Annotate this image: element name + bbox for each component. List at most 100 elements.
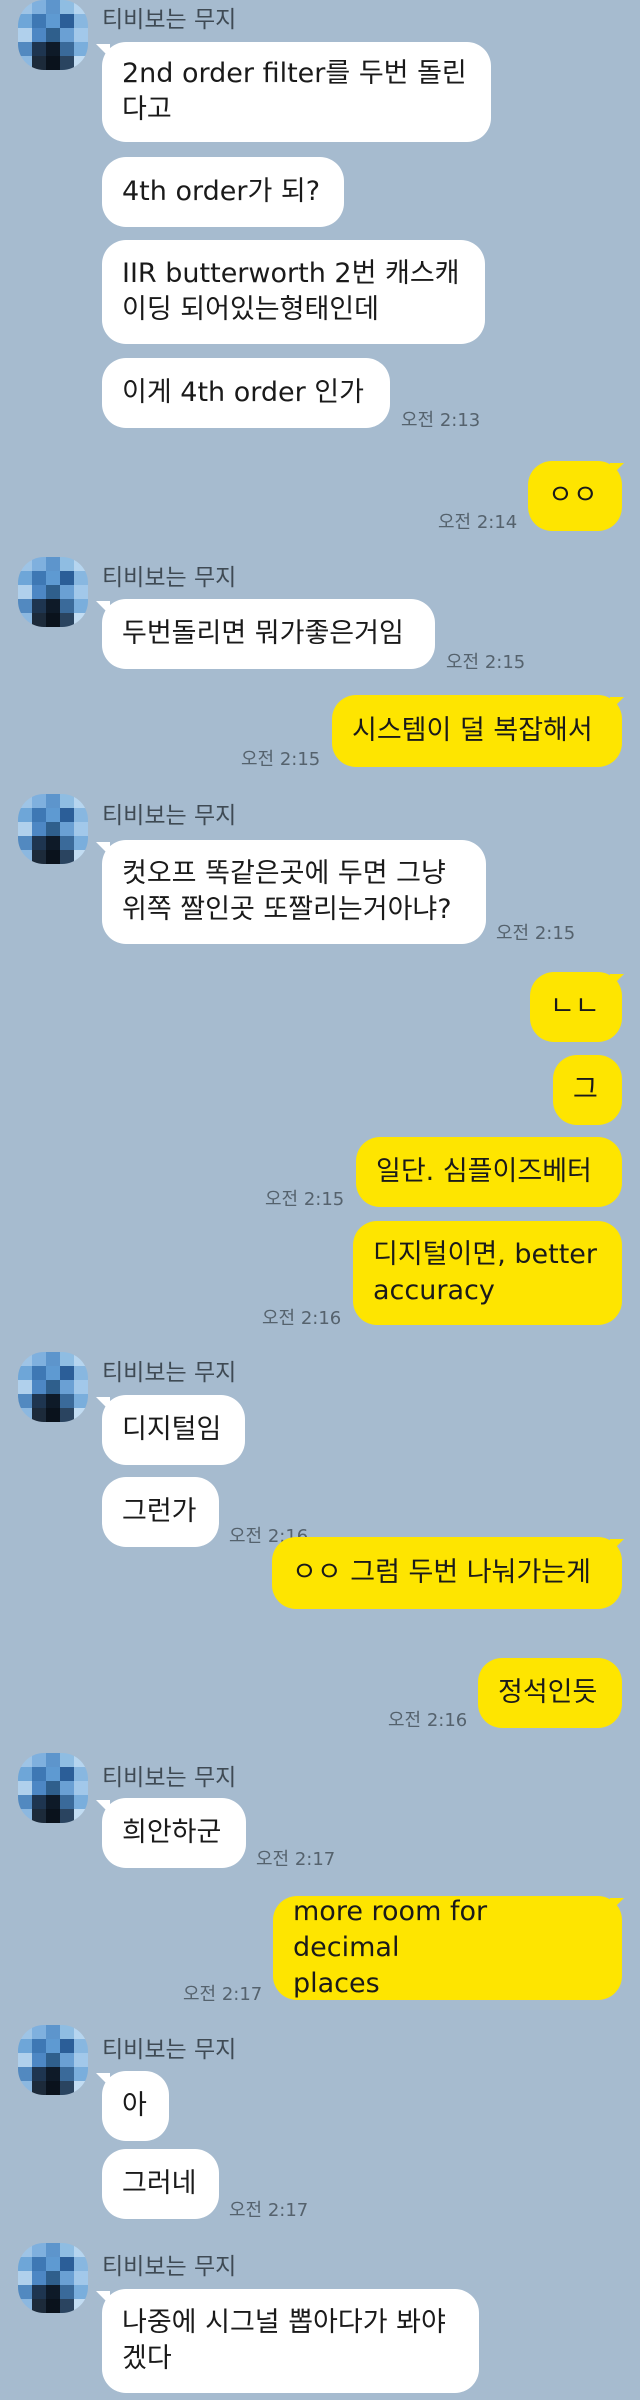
avatar-pixel	[74, 1352, 88, 1366]
avatar-pixel	[32, 808, 46, 822]
message-bubble[interactable]: 그러네	[102, 2149, 219, 2219]
avatar-pixel	[18, 42, 32, 56]
avatar-pixel	[46, 2081, 60, 2095]
avatar-pixel	[18, 1767, 32, 1781]
message-bubble[interactable]: 디지털임	[102, 1395, 245, 1465]
avatar-pixel	[32, 1809, 46, 1823]
timestamp: 오전 2:15	[241, 749, 321, 770]
pixelated-avatar-icon[interactable]	[18, 2025, 88, 2095]
sender-name: 티비보는 무지	[102, 2037, 237, 2063]
message-bubble[interactable]: 두번돌리면 뭐가좋은거임	[102, 599, 435, 669]
avatar-pixel	[18, 2257, 32, 2271]
timestamp: 오전 2:17	[256, 1849, 336, 1870]
avatar-pixel	[18, 0, 32, 14]
message-bubble[interactable]: 정석인듯	[478, 1658, 622, 1728]
avatar-pixel	[74, 2257, 88, 2271]
timestamp: 오전 2:16	[388, 1710, 468, 1731]
message-bubble[interactable]: 이게 4th order 인가	[102, 358, 390, 428]
avatar-pixel	[18, 1753, 32, 1767]
avatar-pixel	[46, 1352, 60, 1366]
avatar-pixel	[18, 2039, 32, 2053]
avatar-pixel	[46, 1753, 60, 1767]
message-bubble[interactable]: 4th order가 되?	[102, 157, 344, 227]
avatar-pixel	[60, 571, 74, 585]
avatar-pixel	[18, 1781, 32, 1795]
avatar-pixel	[74, 585, 88, 599]
pixelated-avatar-icon[interactable]	[18, 2243, 88, 2313]
avatar-pixel	[74, 28, 88, 42]
sender-name: 티비보는 무지	[102, 7, 237, 33]
avatar-pixel	[46, 585, 60, 599]
timestamp: 오전 2:15	[446, 652, 526, 673]
message-bubble[interactable]: ㅇㅇ 그럼 두번 나눠가는게	[272, 1537, 622, 1609]
avatar-pixel	[32, 1795, 46, 1809]
message-bubble[interactable]: 컷오프 똑같은곳에 두면 그냥 위쪽 짤인곳 또짤리는거아냐?	[102, 840, 486, 944]
message-bubble[interactable]: 2nd order filter를 두번 돌린 다고	[102, 42, 491, 142]
avatar-pixel	[60, 14, 74, 28]
avatar-pixel	[32, 56, 46, 70]
avatar-pixel	[32, 1394, 46, 1408]
avatar-pixel	[32, 1767, 46, 1781]
avatar-pixel	[32, 42, 46, 56]
message-bubble[interactable]: ㄴㄴ	[530, 972, 622, 1042]
avatar-pixel	[32, 2285, 46, 2299]
avatar-pixel	[46, 571, 60, 585]
avatar-pixel	[46, 836, 60, 850]
avatar-pixel	[60, 2067, 74, 2081]
avatar-pixel	[18, 557, 32, 571]
pixelated-avatar-icon[interactable]	[18, 794, 88, 864]
avatar-pixel	[18, 571, 32, 585]
pixelated-avatar-icon[interactable]	[18, 557, 88, 627]
message-bubble[interactable]: 나중에 시그널 뽑아다가 봐야 겠다	[102, 2289, 479, 2393]
sender-name: 티비보는 무지	[102, 2254, 237, 2280]
avatar-pixel	[46, 1394, 60, 1408]
pixelated-avatar-icon[interactable]	[18, 1753, 88, 1823]
avatar-pixel	[74, 1394, 88, 1408]
message-bubble[interactable]: 시스템이 덜 복잡해서	[332, 695, 622, 767]
message-bubble[interactable]: 희안하군	[102, 1798, 246, 1868]
avatar-pixel	[18, 1380, 32, 1394]
message-bubble[interactable]: more room for decimal places	[273, 1896, 622, 2000]
avatar-pixel	[60, 0, 74, 14]
avatar-pixel	[60, 2243, 74, 2257]
avatar-pixel	[60, 1767, 74, 1781]
avatar-pixel	[74, 1809, 88, 1823]
message-bubble[interactable]: 그런가	[102, 1477, 219, 1547]
avatar-pixel	[18, 836, 32, 850]
avatar-pixel	[60, 2081, 74, 2095]
avatar-pixel	[74, 2299, 88, 2313]
avatar-pixel	[60, 585, 74, 599]
avatar-pixel	[32, 836, 46, 850]
avatar-pixel	[18, 822, 32, 836]
avatar-pixel	[74, 571, 88, 585]
avatar-pixel	[46, 808, 60, 822]
timestamp: 오전 2:16	[262, 1308, 342, 1329]
avatar-pixel	[18, 1795, 32, 1809]
avatar-pixel	[46, 2243, 60, 2257]
avatar-pixel	[60, 1809, 74, 1823]
timestamp: 오전 2:17	[183, 1984, 263, 2005]
message-bubble[interactable]: ㅇㅇ	[528, 461, 622, 531]
avatar-pixel	[60, 836, 74, 850]
message-bubble[interactable]: 디지털이면, better accuracy	[353, 1221, 622, 1325]
message-bubble[interactable]: 아	[102, 2071, 169, 2141]
message-bubble[interactable]: 일단. 심플이즈베터	[356, 1137, 622, 1207]
timestamp: 오전 2:15	[265, 1189, 345, 1210]
avatar-pixel	[32, 599, 46, 613]
avatar-pixel	[74, 1795, 88, 1809]
avatar-pixel	[46, 56, 60, 70]
avatar-pixel	[32, 822, 46, 836]
pixelated-avatar-icon[interactable]	[18, 1352, 88, 1422]
avatar-pixel	[60, 1753, 74, 1767]
avatar-pixel	[18, 28, 32, 42]
pixelated-avatar-icon[interactable]	[18, 0, 88, 70]
message-bubble[interactable]: 그	[553, 1055, 622, 1125]
avatar-pixel	[32, 2053, 46, 2067]
avatar-pixel	[60, 2271, 74, 2285]
avatar-pixel	[18, 2081, 32, 2095]
message-bubble[interactable]: IIR butterworth 2번 캐스캐 이딩 되어있는형태인데	[102, 240, 485, 344]
avatar-pixel	[18, 2067, 32, 2081]
avatar-pixel	[74, 1767, 88, 1781]
avatar-pixel	[46, 599, 60, 613]
avatar-pixel	[32, 613, 46, 627]
